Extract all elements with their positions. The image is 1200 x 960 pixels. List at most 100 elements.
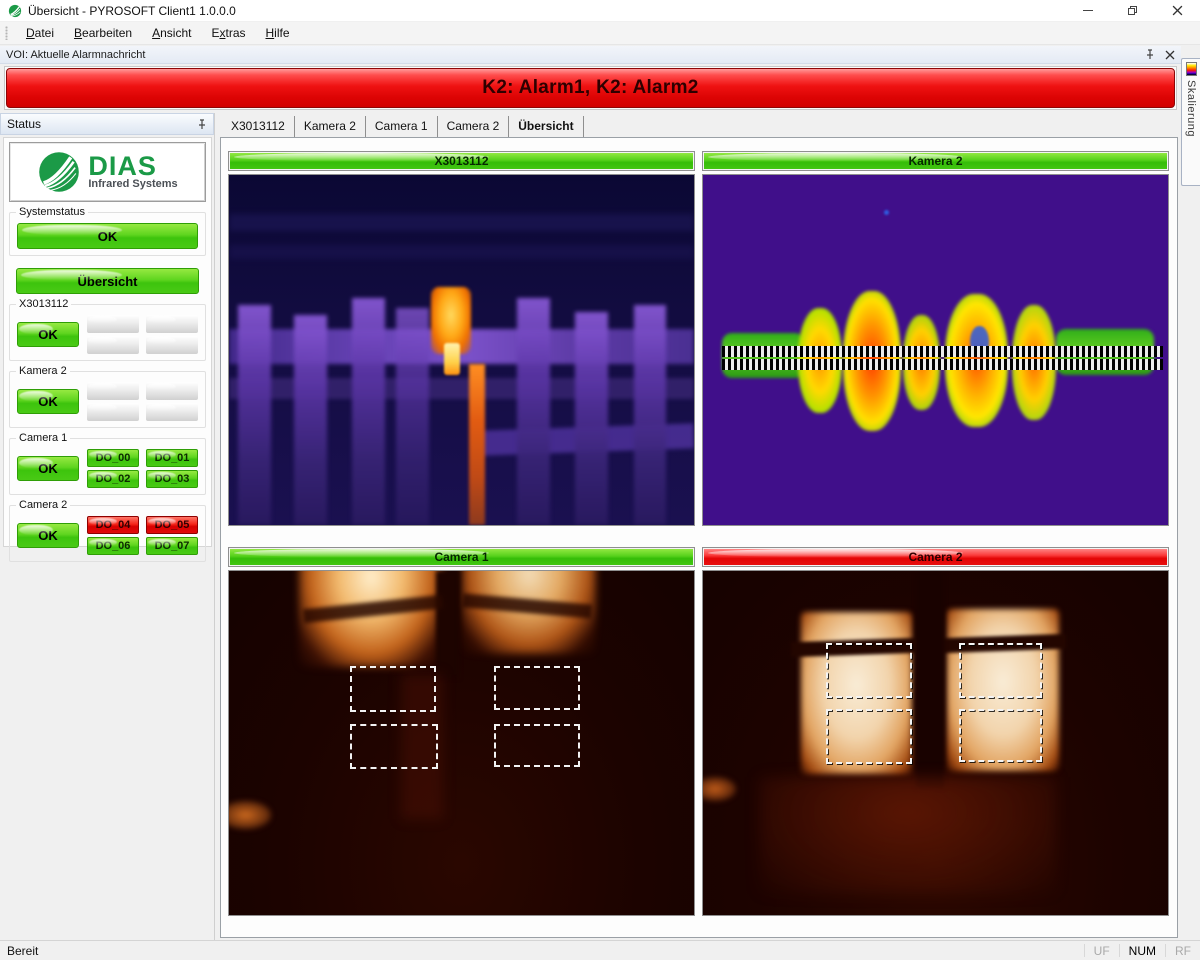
roi-rectangle	[959, 643, 1043, 698]
group-kamera-2: Kamera 2 OK	[9, 371, 206, 428]
camera-image-kamera-2[interactable]	[702, 174, 1169, 526]
camera-panel-kamera-2: Kamera 2	[702, 151, 1169, 526]
group-x3013112: X3013112 OK	[9, 304, 206, 361]
roi-rectangle	[350, 666, 436, 712]
camera-1-ok-button[interactable]: OK	[17, 456, 79, 481]
output-indicator[interactable]	[87, 382, 139, 400]
alarm-panel: VOI: Aktuelle Alarmnachricht K2: Alarm1,…	[0, 46, 1181, 112]
output-indicator[interactable]	[87, 403, 139, 421]
group-label: Kamera 2	[16, 365, 70, 377]
overview-button[interactable]: Übersicht	[16, 268, 199, 294]
camera-2-ok-button[interactable]: OK	[17, 523, 79, 548]
view-tabstrip: X3013112 Kamera 2 Camera 1 Camera 2 Über…	[222, 114, 584, 137]
pyrosoft-window: Übersicht - PYROSOFT Client1 1.0.0.0 Dat…	[0, 0, 1200, 960]
minimize-icon	[1083, 10, 1093, 11]
title-bar: Übersicht - PYROSOFT Client1 1.0.0.0	[0, 0, 1200, 22]
tab-uebersicht[interactable]: Übersicht	[509, 116, 583, 137]
group-systemstatus: Systemstatus OK	[9, 212, 206, 256]
tab-camera-2[interactable]: Camera 2	[438, 116, 510, 137]
menu-extras[interactable]: Extras	[201, 23, 255, 43]
output-do-01[interactable]: DO_01	[146, 449, 198, 467]
close-button[interactable]	[1155, 0, 1200, 21]
status-bar: Bereit UF NUM RF	[0, 940, 1200, 960]
menu-datei[interactable]: Datei	[16, 23, 64, 43]
tab-camera-1[interactable]: Camera 1	[366, 116, 438, 137]
sidebar-title: Status	[7, 117, 41, 131]
systemstatus-ok-button[interactable]: OK	[17, 223, 198, 249]
roi-rectangle	[494, 666, 580, 711]
camera-status-header[interactable]: Camera 2	[702, 547, 1169, 567]
output-indicator[interactable]	[87, 315, 139, 333]
kamera-2-ok-button[interactable]: OK	[17, 389, 79, 414]
thermal-scale-icon	[1186, 62, 1197, 76]
dias-globe-icon	[37, 150, 81, 194]
statusbar-uf: UF	[1084, 944, 1119, 957]
alarm-message: K2: Alarm1, K2: Alarm2	[482, 77, 698, 99]
app-logo-icon	[8, 4, 22, 18]
camera-title: Camera 1	[434, 550, 488, 564]
tab-x3013112[interactable]: X3013112	[222, 116, 295, 137]
output-do-06[interactable]: DO_06	[87, 537, 139, 555]
menu-bar: Datei Bearbeiten Ansicht Extras Hilfe	[0, 22, 1200, 45]
output-indicator[interactable]	[87, 336, 139, 354]
group-label: Camera 2	[16, 499, 70, 511]
thermal-crankshaft-scene	[703, 175, 1168, 525]
camera-image-camera-2[interactable]	[702, 570, 1169, 916]
close-panel-icon[interactable]	[1165, 50, 1175, 60]
camera-image-camera-1[interactable]	[228, 570, 695, 916]
overview-tab-page: X3013112	[220, 137, 1178, 938]
pin-icon[interactable]	[1145, 49, 1155, 60]
menu-ansicht[interactable]: Ansicht	[142, 23, 201, 43]
roi-rectangle	[826, 643, 912, 698]
group-camera-1: Camera 1 OK DO_00 DO_01 DO_02 DO_03	[9, 438, 206, 495]
dias-brand-text: DIAS	[88, 154, 177, 178]
camera-title: Kamera 2	[908, 154, 962, 168]
alarm-banner-frame: K2: Alarm1, K2: Alarm2	[4, 66, 1177, 110]
restore-button[interactable]	[1110, 0, 1155, 21]
output-do-00[interactable]: DO_00	[87, 449, 139, 467]
group-label: Systemstatus	[16, 206, 88, 218]
menu-drag-handle[interactable]	[5, 26, 8, 40]
minimize-button[interactable]	[1065, 0, 1110, 21]
roi-measure-band	[722, 359, 1164, 370]
output-do-04[interactable]: DO_04	[87, 516, 139, 534]
camera-status-header[interactable]: Camera 1	[228, 547, 695, 567]
camera-panel-camera-2: Camera 2	[702, 547, 1169, 916]
roi-rectangle	[350, 724, 438, 769]
scaling-tab-label: Skalierung	[1185, 80, 1197, 137]
thermal-hot-cable	[469, 364, 485, 525]
alarm-panel-title: VOI: Aktuelle Alarmnachricht	[6, 49, 145, 61]
roi-rectangle	[494, 724, 580, 767]
menu-hilfe[interactable]: Hilfe	[256, 23, 300, 43]
output-do-05[interactable]: DO_05	[146, 516, 198, 534]
camera-status-header[interactable]: Kamera 2	[702, 151, 1169, 171]
output-do-02[interactable]: DO_02	[87, 470, 139, 488]
output-indicator[interactable]	[146, 315, 198, 333]
sidebar-header: Status	[0, 113, 214, 135]
output-indicator[interactable]	[146, 382, 198, 400]
statusbar-num: NUM	[1119, 944, 1165, 957]
menu-bearbeiten[interactable]: Bearbeiten	[64, 23, 142, 43]
camera-status-header[interactable]: X3013112	[228, 151, 695, 171]
tab-kamera-2[interactable]: Kamera 2	[295, 116, 366, 137]
statusbar-rf: RF	[1165, 944, 1200, 957]
output-do-03[interactable]: DO_03	[146, 470, 198, 488]
camera-image-x3013112[interactable]	[228, 174, 695, 526]
pin-icon[interactable]	[197, 119, 207, 130]
status-sidebar: Status DIAS Infrared Systems Systemstatu…	[0, 113, 215, 940]
thermal-room-scene	[229, 571, 694, 915]
window-title: Übersicht - PYROSOFT Client1 1.0.0.0	[28, 4, 236, 18]
thermal-room-scene	[703, 571, 1168, 915]
x3013112-ok-button[interactable]: OK	[17, 322, 79, 347]
camera-panel-camera-1: Camera 1	[228, 547, 695, 916]
alarm-panel-titlebar: VOI: Aktuelle Alarmnachricht	[0, 46, 1181, 64]
sidebar-body: DIAS Infrared Systems Systemstatus OK Üb…	[3, 137, 212, 547]
dias-logo: DIAS Infrared Systems	[9, 142, 206, 202]
alarm-banner: K2: Alarm1, K2: Alarm2	[6, 68, 1175, 108]
group-camera-2: Camera 2 OK DO_04 DO_05 DO_06 DO_07	[9, 505, 206, 562]
camera-panel-x3013112: X3013112	[228, 151, 695, 526]
output-do-07[interactable]: DO_07	[146, 537, 198, 555]
output-indicator[interactable]	[146, 336, 198, 354]
output-indicator[interactable]	[146, 403, 198, 421]
scaling-side-tab[interactable]: Skalierung	[1181, 58, 1200, 186]
